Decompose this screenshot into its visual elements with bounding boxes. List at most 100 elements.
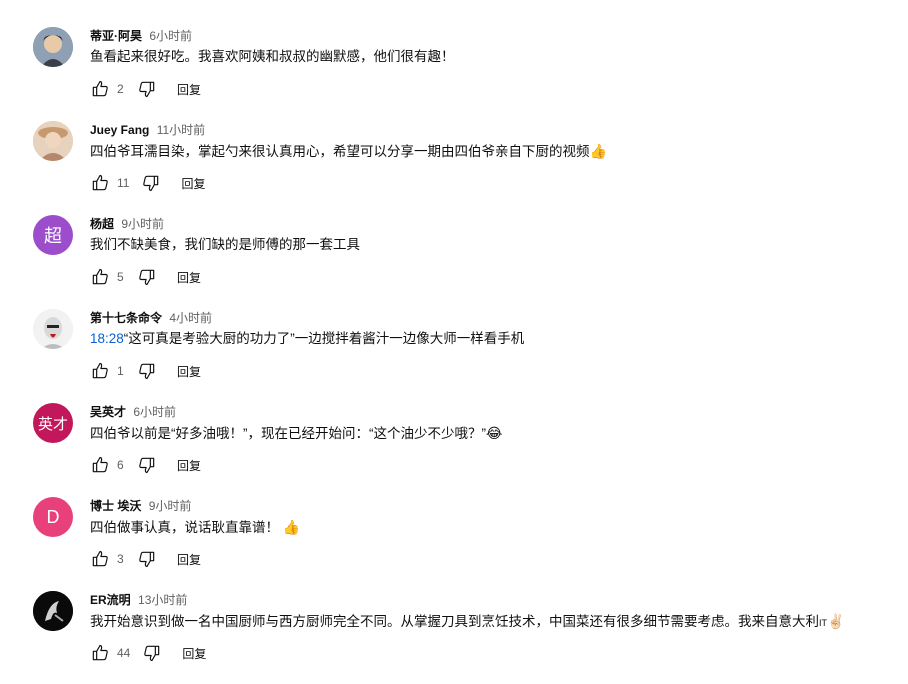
like-button[interactable] (88, 547, 112, 571)
comment-time[interactable]: 6小时前 (133, 405, 176, 419)
comment-item: 第十七条命令 4小时前 18:28“这可真是考验大厨的功力了”一边搅拌着酱汁一边… (0, 308, 908, 402)
author-name[interactable]: 第十七条命令 (90, 311, 162, 325)
comment-item: 蒂亚·阿昊 6小时前 鱼看起来很好吃。我喜欢阿姨和叔叔的幽默感，他们很有趣！ 2… (0, 26, 908, 120)
reply-button[interactable]: 回复 (177, 457, 201, 474)
like-button[interactable] (88, 77, 112, 101)
author-name[interactable]: 杨超 (90, 217, 114, 231)
dislike-button[interactable] (135, 359, 159, 383)
avatar[interactable] (33, 121, 73, 161)
dislike-button[interactable] (139, 171, 163, 195)
comment-actions: 11 回复 (88, 171, 205, 195)
author-name[interactable]: Juey Fang (90, 123, 149, 137)
avatar-initial: D (46, 506, 60, 527)
like-count: 1 (117, 364, 124, 378)
like-button[interactable] (88, 453, 112, 477)
comment-time[interactable]: 9小时前 (121, 217, 164, 231)
reply-button[interactable]: 回复 (177, 363, 201, 380)
dislike-button[interactable] (135, 453, 159, 477)
avatar-photo (33, 27, 73, 67)
comment-text: 鱼看起来很好吃。我喜欢阿姨和叔叔的幽默感，他们很有趣！ (90, 47, 455, 67)
comment-actions: 5 回复 (88, 265, 201, 289)
comment-body: 鱼看起来很好吃。我喜欢阿姨和叔叔的幽默感，他们很有趣！ (90, 49, 455, 64)
dislike-button[interactable] (135, 77, 159, 101)
comment-actions: 1 回复 (88, 359, 201, 383)
thumbs-down-icon (144, 645, 160, 662)
comment-actions: 6 回复 (88, 453, 201, 477)
avatar[interactable]: D (33, 497, 73, 537)
avatar-photo (33, 121, 73, 161)
reply-button[interactable]: 回复 (177, 81, 201, 98)
timestamp-link[interactable]: 18:28 (90, 331, 124, 346)
like-count: 11 (117, 176, 130, 190)
reply-button[interactable]: 回复 (181, 175, 205, 192)
thumbs-down-icon (143, 175, 159, 192)
like-button[interactable] (88, 359, 112, 383)
author-name[interactable]: 博士 埃沃 (90, 499, 141, 513)
thumbs-down-icon (139, 363, 155, 380)
avatar[interactable] (33, 591, 73, 631)
comment-header: 吴英才 6小时前 (90, 404, 176, 420)
victory-hand-emoji: ✌🏻 (827, 613, 845, 629)
comment-body: “这可真是考验大厨的功力了”一边搅拌着酱汁一边像大师一样看手机 (123, 331, 525, 346)
avatar-initial: 超 (44, 226, 62, 246)
comment-header: Juey Fang 11小时前 (90, 122, 205, 138)
author-name[interactable]: ER流明 (90, 593, 131, 607)
avatar[interactable]: 超 (33, 215, 73, 255)
thumbs-down-icon (139, 551, 155, 568)
comment-text: 四伯爷以前是“好多油哦！”，现在已经开始问：“这个油少不少哦？”😂 (90, 423, 502, 444)
avatar[interactable] (33, 27, 73, 67)
like-count: 44 (117, 646, 131, 660)
avatar-photo (33, 591, 73, 631)
avatar-photo (33, 309, 73, 349)
thumbs-down-icon (139, 269, 155, 286)
like-button[interactable] (88, 171, 112, 195)
laughing-emoji: 😂 (485, 425, 503, 441)
avatar[interactable]: 英才 (33, 403, 73, 443)
like-count: 6 (117, 458, 124, 472)
comment-time[interactable]: 11小时前 (157, 123, 205, 137)
comment-text: 我开始意识到做一名中国厨师与西方厨师完全不同。从掌握刀具到烹饪技术，中国菜还有很… (90, 611, 844, 633)
reply-button[interactable]: 回复 (177, 551, 201, 568)
comment-item: 英才 吴英才 6小时前 四伯爷以前是“好多油哦！”，现在已经开始问：“这个油少不… (0, 402, 908, 496)
thumbs-up-icon (92, 362, 108, 379)
comment-body: 我们不缺美食，我们缺的是师傅的那一套工具 (90, 237, 360, 252)
comment-item: 超 杨超 9小时前 我们不缺美食，我们缺的是师傅的那一套工具 5 回复 (0, 214, 908, 308)
thumbs-up-emoji: 👍 (589, 143, 607, 159)
comment-actions: 3 回复 (88, 547, 201, 571)
comments-list: 蒂亚·阿昊 6小时前 鱼看起来很好吃。我喜欢阿姨和叔叔的幽默感，他们很有趣！ 2… (0, 0, 908, 673)
author-name[interactable]: 吴英才 (90, 405, 126, 419)
avatar[interactable] (33, 309, 73, 349)
country-tag: IT (819, 618, 827, 628)
thumbs-up-icon (92, 456, 108, 473)
avatar-initial: 英才 (37, 415, 68, 433)
comment-header: ER流明 13小时前 (90, 592, 187, 608)
comment-time[interactable]: 6小时前 (149, 29, 192, 43)
comment-body: 四伯爷耳濡目染，掌起勺来很认真用心，希望可以分享一期由四伯爷亲自下厨的视频 (90, 144, 590, 159)
dislike-button[interactable] (135, 547, 159, 571)
author-name[interactable]: 蒂亚·阿昊 (90, 29, 142, 43)
comment-time[interactable]: 13小时前 (138, 593, 187, 607)
thumbs-up-emoji: 👍 (282, 519, 301, 535)
like-count: 3 (117, 552, 124, 566)
like-button[interactable] (88, 641, 112, 665)
comment-item: ER流明 13小时前 我开始意识到做一名中国厨师与西方厨师完全不同。从掌握刀具到… (0, 590, 908, 684)
comment-text: 四伯爷耳濡目染，掌起勺来很认真用心，希望可以分享一期由四伯爷亲自下厨的视频👍 (90, 141, 607, 162)
comment-header: 蒂亚·阿昊 6小时前 (90, 28, 192, 44)
thumbs-up-icon (92, 550, 108, 567)
reply-button[interactable]: 回复 (177, 269, 201, 286)
like-button[interactable] (88, 265, 112, 289)
comment-time[interactable]: 9小时前 (149, 499, 192, 513)
thumbs-down-icon (139, 457, 155, 474)
dislike-button[interactable] (140, 641, 164, 665)
comment-text: 四伯做事认真，说话耿直靠谱！ 👍 (90, 517, 300, 538)
reply-button[interactable]: 回复 (182, 645, 206, 662)
comment-body: 四伯做事认真，说话耿直靠谱！ (90, 520, 279, 535)
comment-item: Juey Fang 11小时前 四伯爷耳濡目染，掌起勺来很认真用心，希望可以分享… (0, 120, 908, 214)
comment-time[interactable]: 4小时前 (169, 311, 212, 325)
comment-header: 第十七条命令 4小时前 (90, 310, 212, 326)
thumbs-up-icon (92, 80, 108, 97)
like-count: 2 (117, 82, 124, 96)
thumbs-up-icon (92, 174, 108, 191)
comment-text: 我们不缺美食，我们缺的是师傅的那一套工具 (90, 235, 360, 255)
dislike-button[interactable] (135, 265, 159, 289)
